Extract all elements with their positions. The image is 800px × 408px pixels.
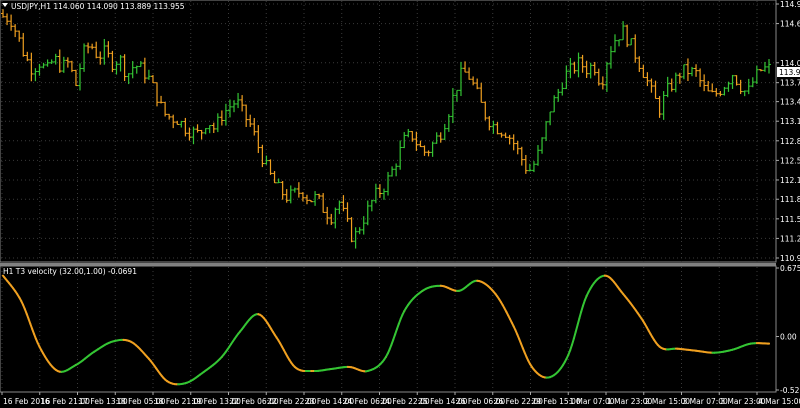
trading-chart[interactable]: USDJPY,H1 114.060 114.090 113.889 113.95… bbox=[0, 0, 800, 408]
price-chart-pane[interactable]: USDJPY,H1 114.060 114.090 113.889 113.95… bbox=[0, 0, 777, 263]
indicator-tick-label: -0.5271 bbox=[780, 386, 800, 395]
price-tick-label: 111.890 bbox=[780, 195, 800, 204]
indicator-pane[interactable]: H1 T3 velocity (32.00,1.00) -0.0691 bbox=[0, 265, 777, 393]
price-tick-label: 111.580 bbox=[780, 215, 800, 224]
price-tick-label: 112.195 bbox=[780, 176, 800, 185]
price-tick-label: 113.435 bbox=[780, 98, 800, 107]
price-tick-label: 111.270 bbox=[780, 234, 800, 243]
indicator-tick-label: 0.00 bbox=[780, 333, 797, 342]
price-tick-label: 114.980 bbox=[780, 0, 800, 9]
time-tick-label: 4 Mar 15:00 bbox=[758, 397, 800, 406]
price-tick-label: 110.960 bbox=[780, 254, 800, 263]
price-tick-label: 114.050 bbox=[780, 59, 800, 68]
price-tick-label: 113.735 bbox=[780, 79, 800, 88]
indicator-tick-label: 0.6754 bbox=[780, 264, 800, 273]
price-tick-label: 113.125 bbox=[780, 117, 800, 126]
price-tick-label: 114.670 bbox=[780, 20, 800, 29]
price-tick-label: 112.505 bbox=[780, 156, 800, 165]
indicator-header: H1 T3 velocity (32.00,1.00) -0.0691 bbox=[3, 267, 137, 276]
current-price-tag: 113.955 bbox=[777, 67, 800, 77]
current-price-label: 113.955 bbox=[779, 68, 800, 77]
price-tick-label: 112.815 bbox=[780, 137, 800, 146]
symbol-header: USDJPY,H1 114.060 114.090 113.889 113.95… bbox=[11, 2, 185, 11]
